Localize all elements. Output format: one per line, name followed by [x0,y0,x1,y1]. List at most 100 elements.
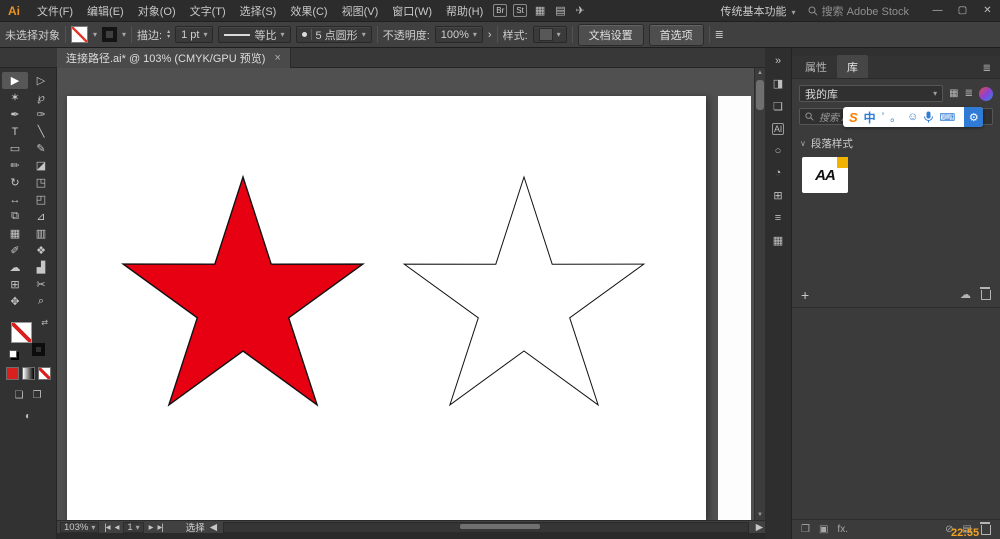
red-star-shape[interactable] [123,177,363,405]
none-button[interactable] [38,367,51,380]
width-tool[interactable]: ↔ [2,191,28,208]
default-fill-stroke-icon[interactable] [9,350,17,358]
menu-view[interactable]: 视图(V) [335,3,386,19]
artboard-number-dropdown[interactable]: 1▾ [123,522,143,533]
width-profile-dropdown[interactable]: 等比▾ [218,26,290,43]
symbol-sprayer-tool[interactable]: ☁ [2,259,28,276]
curvature-tool[interactable]: ✑ [28,106,54,123]
scroll-down-icon[interactable]: ▼ [755,510,765,520]
line-segment-tool[interactable]: ╲ [28,123,54,140]
zoom-dropdown[interactable]: 103%▾ [60,522,99,533]
first-artboard-button[interactable]: |◂ [104,522,109,533]
vertical-scrollbar[interactable]: ▲ ▼ [754,68,765,520]
draw-normal-icon[interactable]: ❏ [15,390,24,401]
close-button[interactable]: ✕ [975,0,1000,22]
swap-fill-stroke-icon[interactable]: ⇄ [41,318,48,327]
stroke-indicator[interactable] [32,343,45,356]
eraser-tool[interactable]: ◪ [28,157,54,174]
document-setup-button[interactable]: 文档设置 [578,24,644,46]
stroke-weight-stepper[interactable]: ▴▾ [167,30,170,40]
artboard[interactable] [67,96,706,520]
menu-effect[interactable]: 效果(C) [283,3,334,19]
control-panel-menu-icon[interactable]: ≣ [715,28,724,41]
document-layout-icon[interactable]: ▤ [555,4,565,17]
next-artboard-button[interactable]: ▸ [149,522,153,533]
paragraph-style-item[interactable]: AA [802,157,848,193]
paragraph-styles-section[interactable]: ∨ 段落样式 [792,131,1000,154]
ime-punctuation-icon[interactable]: ’ [882,111,884,123]
previous-artboard-button[interactable]: ◂ [115,522,119,533]
pencil-tool[interactable]: ✏ [2,157,28,174]
list-view-icon[interactable]: ≣ [965,88,973,99]
collapse-panels-icon[interactable]: » [768,55,788,67]
ime-toolbox-icon[interactable]: ⚙ [964,107,983,127]
delete-icon[interactable] [981,290,991,300]
menu-object[interactable]: 对象(O) [131,3,183,19]
menu-type[interactable]: 文字(T) [183,3,233,19]
trash-icon[interactable] [981,525,991,535]
horizontal-scrollbar[interactable] [223,522,749,533]
tab-close-icon[interactable]: × [274,52,280,64]
menu-edit[interactable]: 编辑(E) [80,3,131,19]
slice-tool[interactable]: ✂ [28,276,54,293]
fill-caret-icon[interactable]: ▾ [93,30,97,39]
document-tab[interactable]: 连接路径.ai* @ 103% (CMYK/GPU 预览) × [57,48,291,68]
tab-properties[interactable]: 属性 [795,55,837,78]
stroke-color-swatch[interactable] [102,27,117,42]
canvas-area[interactable]: ▲ ▼ [57,68,765,520]
eyedropper-tool[interactable]: ✐ [2,242,28,259]
menu-window[interactable]: 窗口(W) [385,3,439,19]
footer-style-icon[interactable]: ▣ [819,524,828,535]
panel-menu-icon[interactable]: ≣ [977,63,997,78]
menu-help[interactable]: 帮助(H) [439,3,490,19]
scroll-up-icon[interactable]: ▲ [755,68,765,78]
minimize-button[interactable]: — [925,0,950,22]
opacity-panel-arrow-icon[interactable]: › [488,29,492,41]
stroke-weight-dropdown[interactable]: 1 pt▾ [175,26,213,43]
ime-period-icon[interactable]: 。 [890,109,901,125]
stroke-panel-icon[interactable]: ○ [768,145,788,157]
gradient-button[interactable] [22,367,35,380]
stock-search[interactable]: 搜索 Adobe Stock [808,3,909,19]
style-dropdown[interactable]: ▾ [533,26,567,43]
fill-color-swatch[interactable] [71,26,88,43]
gradient-tool[interactable]: ▥ [28,225,54,242]
creative-cloud-icon[interactable] [979,87,993,101]
footer-artboard-icon[interactable]: ❐ [801,524,810,535]
artboard-tool[interactable]: ⊞ [2,276,28,293]
opacity-dropdown[interactable]: 100%▾ [435,26,483,43]
direct-selection-tool[interactable]: ▷ [28,72,54,89]
rectangle-tool[interactable]: ▭ [2,140,28,157]
blend-tool[interactable]: ❖ [28,242,54,259]
shape-builder-tool[interactable]: ⧉ [2,208,28,225]
tab-libraries[interactable]: 库 [837,55,868,78]
add-content-button[interactable]: + [801,289,809,301]
scale-tool[interactable]: ◳ [28,174,54,191]
type-tool[interactable]: T [2,123,28,140]
horizontal-scroll-thumb[interactable] [460,524,540,529]
hand-tool[interactable]: ✥ [2,293,28,310]
workspace-switcher[interactable]: 传统基本功能 [721,3,796,19]
footer-fx-icon[interactable]: fx. [837,524,848,535]
white-star-shape[interactable] [404,177,644,405]
emoji-icon[interactable]: ☺ [907,111,918,123]
preferences-button[interactable]: 首选项 [649,24,704,46]
color-button[interactable] [6,367,19,380]
selection-tool[interactable]: ▶ [2,72,28,89]
grid-view-icon[interactable]: ▦ [949,88,958,99]
transform-panel-icon[interactable]: ▦ [768,234,788,247]
menu-file[interactable]: 文件(F) [30,3,80,19]
free-transform-tool[interactable]: ◰ [28,191,54,208]
ime-mode-indicator[interactable]: 中 [864,109,876,126]
perspective-grid-tool[interactable]: ⊿ [28,208,54,225]
column-graph-tool[interactable]: ▟ [28,259,54,276]
cloud-sync-icon[interactable]: ☁ [960,288,971,301]
mesh-tool[interactable]: ▦ [2,225,28,242]
ai-panel-icon[interactable]: Al [772,123,784,135]
artboards-panel-icon[interactable]: ❏ [768,100,788,113]
maximize-button[interactable]: ▢ [950,0,975,22]
scroll-left-icon[interactable]: ◀ [210,522,216,533]
scroll-right-icon[interactable]: ▶ [756,522,762,533]
step-down-icon[interactable]: ▾ [167,35,170,40]
screen-mode-icon[interactable]: ◐ [25,411,31,422]
